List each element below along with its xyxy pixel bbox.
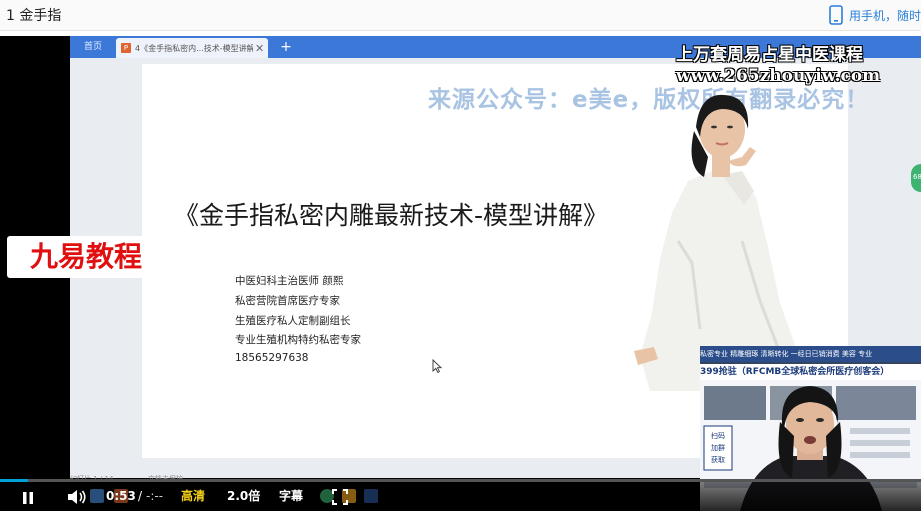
- progress-bar[interactable]: [0, 479, 921, 482]
- progress-fill: [0, 479, 28, 482]
- mobile-watch-label: 用手机，随时: [848, 8, 921, 23]
- mobile-watch-link[interactable]: 用手机，随时: [829, 4, 921, 26]
- quality-button[interactable]: 高清: [181, 487, 205, 505]
- tab-document-label: 4《金手指私密内...技术-模型讲解》: [135, 43, 253, 53]
- duration: -:--: [146, 489, 164, 503]
- side-badge[interactable]: 68: [911, 164, 921, 192]
- brand-watermark: 九易教程: [7, 236, 165, 278]
- slide-line: 生殖医疗私人定制副组长: [235, 315, 351, 327]
- speed-button[interactable]: 2.0倍: [227, 487, 260, 505]
- pause-icon[interactable]: [20, 489, 36, 507]
- slide-line: 18565297638: [235, 352, 309, 364]
- player-control-bar: 0:53 / -:-- 高清 2.0倍 字幕: [0, 479, 921, 511]
- ad-overlay-title: 上万套周易占星中医课程: [676, 45, 863, 65]
- slide-title: 《金手指私密内雕最新技术-模型讲解》: [174, 201, 609, 230]
- current-time: 0:53: [106, 489, 136, 503]
- subtitle-button[interactable]: 字幕: [279, 487, 303, 505]
- page-header: 1 金手指 用手机，随时: [0, 0, 921, 31]
- phone-icon: [829, 5, 843, 25]
- page-title: 1 金手指: [6, 8, 62, 24]
- ad-overlay-url: www.265zhouyiw.com: [676, 66, 881, 86]
- side-badge-text: 68: [913, 173, 921, 181]
- volume-icon[interactable]: [66, 488, 88, 506]
- tab-home[interactable]: 首页: [70, 36, 116, 58]
- tab-document[interactable]: P 4《金手指私密内...技术-模型讲解》 ✕: [116, 38, 268, 58]
- time-separator: /: [138, 489, 143, 503]
- slide-line: 私密营院首席医疗专家: [235, 295, 340, 307]
- webcam-banner: 私密专业 精雕细琢 清晰转化 一经日已销消费 美容 专业: [700, 346, 921, 362]
- video-player[interactable]: 首页 P 4《金手指私密内...技术-模型讲解》 ✕ + 来源公众号：e美e，版…: [0, 36, 921, 511]
- ppt-icon: P: [121, 43, 131, 53]
- mouse-cursor-icon: [432, 359, 442, 373]
- slide-line: 专业生殖机构特约私密专家: [235, 334, 361, 346]
- close-icon[interactable]: ✕: [255, 42, 264, 55]
- fullscreen-icon[interactable]: [332, 488, 348, 506]
- add-tab-icon[interactable]: +: [279, 36, 293, 58]
- brand-text: 九易教程: [29, 240, 142, 273]
- slide-line: 中医妇科主治医师 颜熙: [235, 275, 344, 287]
